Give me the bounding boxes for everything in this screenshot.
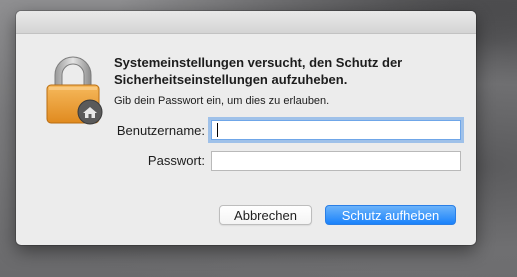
unlock-button[interactable]: Schutz aufheben	[325, 205, 456, 225]
password-input[interactable]	[211, 151, 461, 171]
cancel-button[interactable]: Abbrechen	[219, 205, 312, 225]
password-label: Passwort:	[147, 153, 205, 168]
authentication-dialog: Systemeinstellungen versucht, den Schutz…	[16, 11, 476, 245]
username-label: Benutzername:	[116, 123, 205, 138]
dialog-titlebar	[16, 11, 476, 34]
username-input[interactable]	[211, 120, 461, 140]
dialog-heading: Systemeinstellungen versucht, den Schutz…	[114, 55, 403, 87]
padlock-icon	[43, 55, 107, 127]
desktop-background: Systemeinstellungen versucht, den Schutz…	[0, 0, 517, 277]
text-caret	[217, 123, 218, 137]
dialog-subtext: Gib dein Passwort ein, um dies zu erlaub…	[114, 95, 330, 107]
